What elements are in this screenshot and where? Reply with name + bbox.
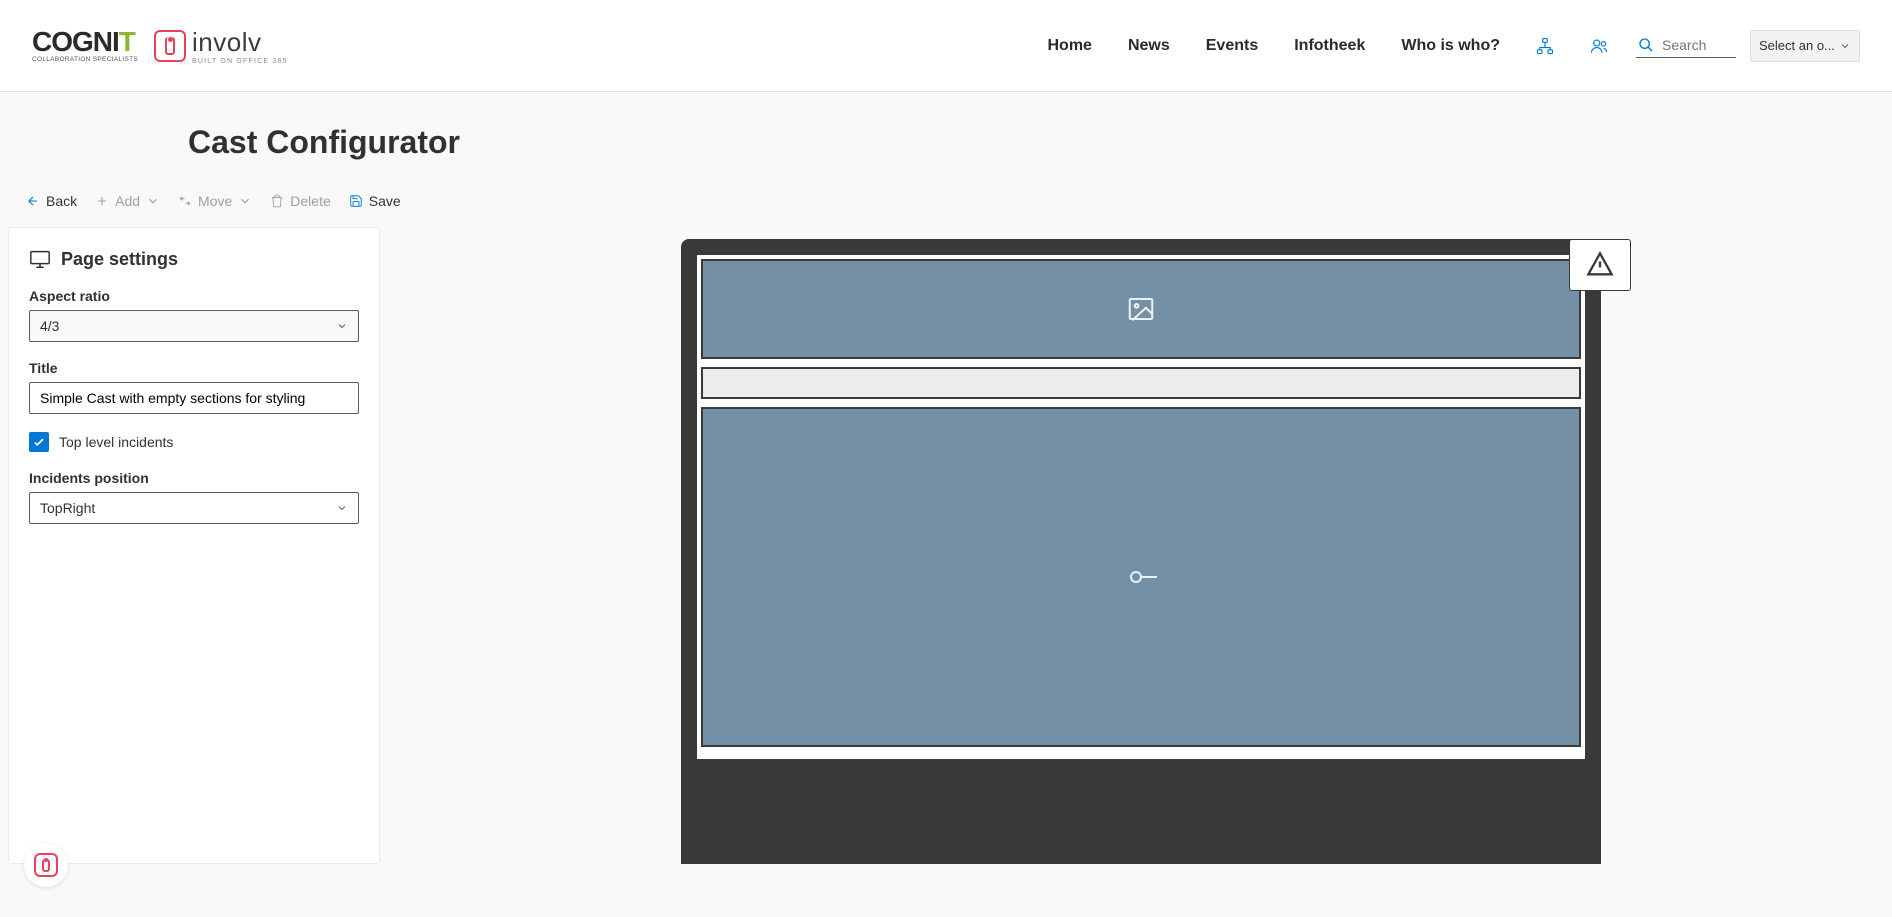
aspect-ratio-field: Aspect ratio 4/3 bbox=[29, 288, 359, 342]
involv-float-button[interactable] bbox=[24, 843, 68, 887]
add-button[interactable]: Add bbox=[95, 193, 160, 209]
move-updown-icon bbox=[178, 194, 192, 208]
plus-icon bbox=[95, 194, 109, 208]
back-label: Back bbox=[46, 193, 77, 209]
nav-home[interactable]: Home bbox=[1048, 37, 1092, 55]
logo-involv-sub: BUILT ON OFFICE 365 bbox=[192, 58, 288, 65]
chevron-down-icon bbox=[336, 502, 348, 514]
logo-cognit-sub: COLLABORATION SPECIALISTS bbox=[32, 56, 138, 63]
people-icon[interactable] bbox=[1590, 37, 1608, 55]
page-settings-panel: Page settings Aspect ratio 4/3 Title Top… bbox=[8, 227, 380, 864]
panel-heading: Page settings bbox=[61, 249, 178, 270]
title-field: Title bbox=[29, 360, 359, 414]
add-label: Add bbox=[115, 193, 140, 209]
main-nav: Home News Events Infotheek Who is who? bbox=[1048, 37, 1609, 55]
device-screen bbox=[695, 253, 1587, 761]
logo-cognit[interactable]: COGNIT COLLABORATION SPECIALISTS bbox=[32, 28, 138, 63]
nav-events[interactable]: Events bbox=[1206, 37, 1258, 55]
chevron-down-icon bbox=[336, 320, 348, 332]
save-label: Save bbox=[369, 193, 401, 209]
search-icon bbox=[1638, 37, 1654, 53]
chevron-down-icon bbox=[1839, 40, 1851, 52]
logo-group: COGNIT COLLABORATION SPECIALISTS involv … bbox=[32, 27, 288, 65]
content-section[interactable] bbox=[701, 407, 1581, 747]
incidents-position-label: Incidents position bbox=[29, 470, 359, 486]
title-label: Title bbox=[29, 360, 359, 376]
chevron-down-icon bbox=[146, 194, 160, 208]
logo-involv[interactable]: involv BUILT ON OFFICE 365 bbox=[154, 27, 288, 65]
save-icon bbox=[349, 194, 363, 208]
panel-header: Page settings bbox=[29, 248, 359, 270]
save-button[interactable]: Save bbox=[349, 193, 401, 209]
title-input[interactable] bbox=[29, 382, 359, 414]
banner-section[interactable] bbox=[701, 259, 1581, 359]
thin-section[interactable] bbox=[701, 367, 1581, 399]
commit-icon bbox=[1124, 567, 1158, 587]
main-layout: Page settings Aspect ratio 4/3 Title Top… bbox=[0, 227, 1892, 884]
nav-infotheek[interactable]: Infotheek bbox=[1294, 37, 1365, 55]
app-header: COGNIT COLLABORATION SPECIALISTS involv … bbox=[0, 0, 1892, 92]
delete-button[interactable]: Delete bbox=[270, 193, 330, 209]
checkmark-icon bbox=[32, 435, 46, 449]
back-button[interactable]: Back bbox=[26, 193, 77, 209]
page-title-row: Cast Configurator bbox=[0, 92, 1892, 173]
chevron-down-icon bbox=[238, 194, 252, 208]
top-level-incidents-checkbox[interactable] bbox=[29, 432, 49, 452]
top-level-incidents-label: Top level incidents bbox=[59, 434, 173, 450]
org-chart-icon[interactable] bbox=[1536, 37, 1554, 55]
config-toolbar: Back Add Move Delete Save bbox=[0, 173, 1892, 227]
delete-label: Delete bbox=[290, 193, 330, 209]
device-frame bbox=[681, 239, 1601, 864]
incidents-position-value: TopRight bbox=[40, 500, 95, 516]
top-level-incidents-field: Top level incidents bbox=[29, 432, 359, 452]
select-option-dropdown[interactable]: Select an o... bbox=[1750, 30, 1860, 62]
aspect-ratio-value: 4/3 bbox=[40, 318, 59, 334]
warning-icon bbox=[1586, 251, 1614, 279]
nav-news[interactable]: News bbox=[1128, 37, 1170, 55]
involv-icon bbox=[154, 30, 186, 62]
trash-icon bbox=[270, 194, 284, 208]
incidents-position-dropdown[interactable]: TopRight bbox=[29, 492, 359, 524]
monitor-icon bbox=[29, 248, 51, 270]
logo-involv-text: involv bbox=[192, 27, 288, 58]
move-button[interactable]: Move bbox=[178, 193, 252, 209]
page-title: Cast Configurator bbox=[188, 124, 1892, 161]
search-box[interactable] bbox=[1636, 33, 1736, 58]
select-option-label: Select an o... bbox=[1759, 38, 1835, 53]
involv-icon bbox=[34, 853, 58, 877]
incidents-position-field: Incidents position TopRight bbox=[29, 470, 359, 524]
aspect-ratio-label: Aspect ratio bbox=[29, 288, 359, 304]
nav-who-is-who[interactable]: Who is who? bbox=[1401, 37, 1500, 55]
move-label: Move bbox=[198, 193, 232, 209]
search-input[interactable] bbox=[1662, 37, 1732, 53]
incident-badge[interactable] bbox=[1569, 239, 1631, 291]
arrow-left-icon bbox=[26, 194, 40, 208]
aspect-ratio-dropdown[interactable]: 4/3 bbox=[29, 310, 359, 342]
image-icon bbox=[1126, 294, 1156, 324]
preview-canvas bbox=[398, 227, 1884, 864]
